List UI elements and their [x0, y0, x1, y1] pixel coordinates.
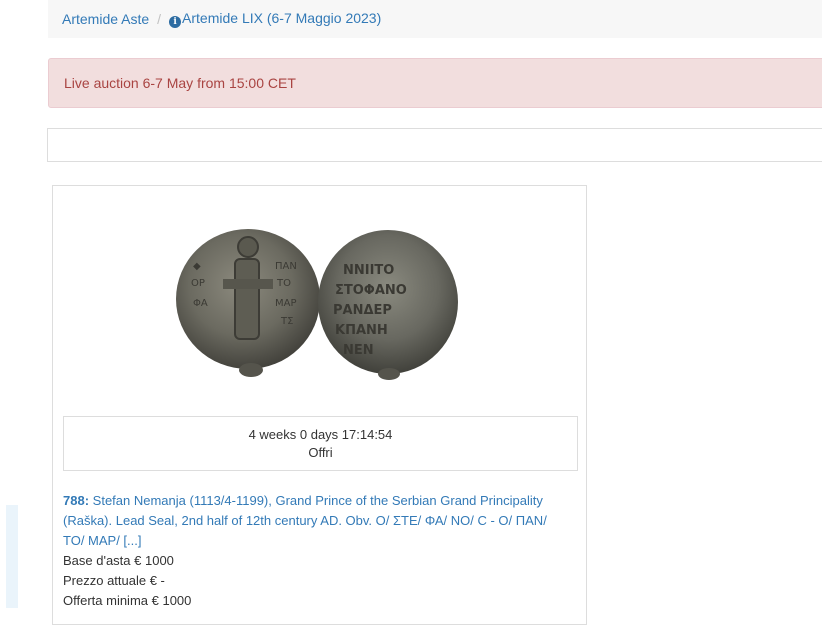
- minimum-offer: Offerta minima € 1000: [63, 593, 192, 608]
- live-auction-alert: Live auction 6-7 May from 15:00 CET: [48, 58, 822, 108]
- starting-price: Base d'asta € 1000: [63, 553, 174, 568]
- lot-description-line3: ΤΟ/ ΜΑΡ/ [...]: [63, 533, 142, 548]
- countdown-timer: 4 weeks 0 days 17:14:54: [248, 427, 393, 442]
- svg-text:ΤΣ: ΤΣ: [280, 316, 293, 327]
- breadcrumb: Artemide Aste / i Artemide LIX (6-7 Maggi…: [48, 0, 822, 38]
- info-circle-icon: i: [169, 16, 182, 28]
- breadcrumb-current-label: Artemide LIX (6-7 Maggio 2023): [182, 10, 382, 26]
- lead-seal-photo: ◆ΟΡΦΑ ΠΑΝΤΟΜΑΡ ΤΣ ΝΝΙΙΤΟ ΣΤΟΦΑΝΟ ΡΑΝΔΕΡ …: [176, 229, 458, 380]
- breadcrumb-separator: /: [157, 11, 162, 27]
- alert-text: Live auction 6-7 May from 15:00 CET: [64, 75, 296, 91]
- svg-text:ΚΠΑΝΗ: ΚΠΑΝΗ: [335, 323, 388, 338]
- svg-text:ΝΕΝ: ΝΕΝ: [343, 343, 374, 358]
- empty-panel: [47, 128, 822, 162]
- svg-text:ΟΡ: ΟΡ: [191, 278, 205, 289]
- auction-timer-box: 4 weeks 0 days 17:14:54 Offri: [63, 416, 578, 471]
- breadcrumb-current-link[interactable]: i Artemide LIX (6-7 Maggio 2023): [169, 10, 381, 28]
- svg-text:ΦΑ: ΦΑ: [193, 298, 208, 309]
- lot-number: 788:: [63, 493, 90, 508]
- lot-image[interactable]: ◆ ΟΡ ΦΑ ΠΑΝ ΤΟ ΜΑΡ ΤΣ ΝΝΙΙΤΟ ΣΤΟΦΑΝΟ ΡΑΝΔΕΡ …: [163, 214, 483, 384]
- lot-description-line2: (Raška). Lead Seal, 2nd half of 12th cen…: [63, 513, 547, 528]
- left-margin: [0, 0, 48, 608]
- lot-details: 788: Stefan Nemanja (1113/4-1199), Grand…: [63, 491, 583, 611]
- svg-text:◆: ◆: [193, 261, 201, 272]
- side-accent: [6, 505, 18, 608]
- svg-text:ΤΟ: ΤΟ: [276, 278, 291, 289]
- breadcrumb-home-link[interactable]: Artemide Aste: [62, 11, 149, 27]
- seal-reverse: [318, 230, 458, 374]
- current-price: Prezzo attuale € -: [63, 573, 165, 588]
- svg-text:ΝΝΙΙΤΟ: ΝΝΙΙΤΟ: [343, 263, 394, 278]
- svg-text:ΣΤΟΦΑΝΟ: ΣΤΟΦΑΝΟ: [335, 283, 407, 298]
- svg-text:ΠΑΝ: ΠΑΝ: [275, 261, 297, 272]
- offer-button[interactable]: Offri: [64, 445, 577, 460]
- svg-text:ΡΑΝΔΕΡ: ΡΑΝΔΕΡ: [333, 303, 392, 318]
- lot-card: ◆ ΟΡ ΦΑ ΠΑΝ ΤΟ ΜΑΡ ΤΣ ΝΝΙΙΤΟ ΣΤΟΦΑΝΟ ΡΑΝΔΕΡ …: [52, 185, 587, 625]
- lot-title-link[interactable]: 788: Stefan Nemanja (1113/4-1199), Grand…: [63, 491, 583, 551]
- lot-description-line1: Stefan Nemanja (1113/4-1199), Grand Prin…: [92, 493, 543, 508]
- svg-text:ΜΑΡ: ΜΑΡ: [275, 298, 297, 309]
